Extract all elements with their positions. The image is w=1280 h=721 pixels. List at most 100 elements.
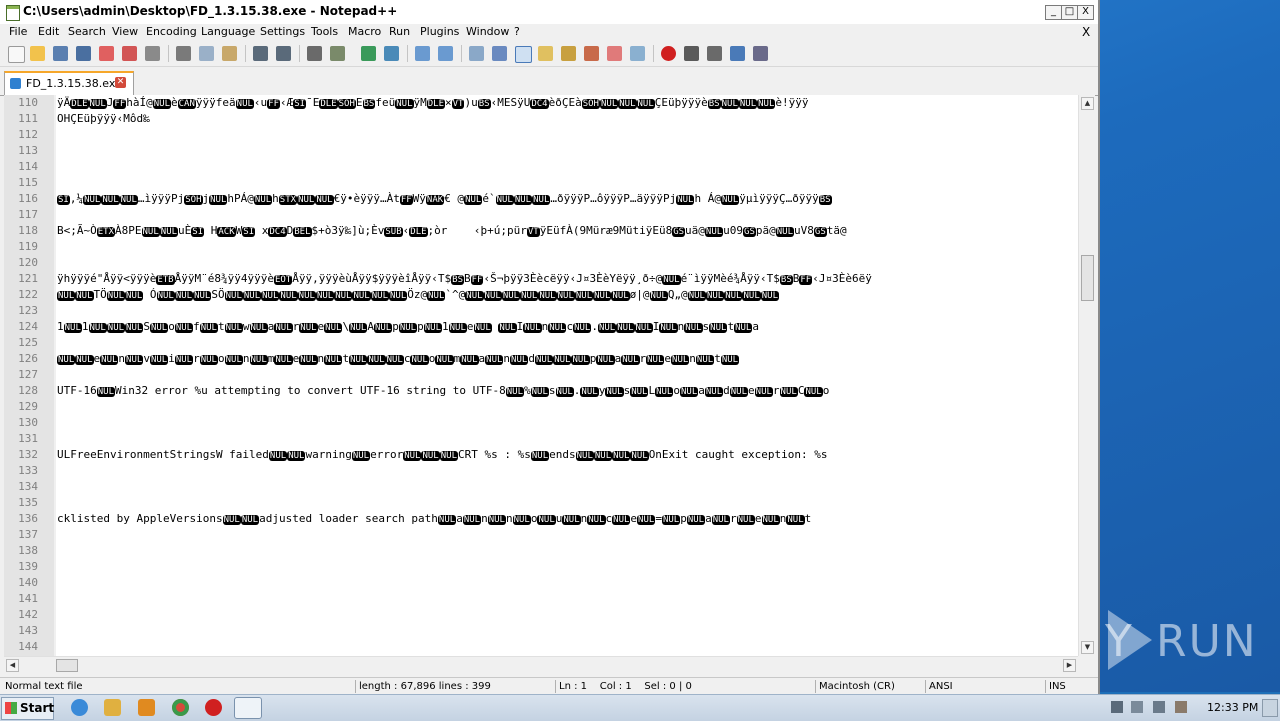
paste-icon[interactable] [222,46,237,61]
folder-workspace-icon[interactable] [584,46,599,61]
editor-line[interactable]: 140 [4,575,1078,591]
close-button[interactable]: X [1077,5,1094,20]
undo-icon[interactable] [253,46,268,61]
record-macro-icon[interactable] [661,46,676,61]
editor-line[interactable]: 113 [4,143,1078,159]
open-file-icon[interactable] [30,46,45,61]
editor-line[interactable]: 118 B<;Ã~ÒETXÀ8PENUL NULuÈSI HACKWSI xDC4D… [4,223,1078,239]
start-button[interactable]: Start [1,697,54,720]
editor-line[interactable]: 134 [4,479,1078,495]
tray-expand-icon[interactable] [1111,701,1123,713]
menu-settings[interactable]: Settings [260,25,305,38]
editor-line[interactable]: 127 [4,367,1078,383]
menu-encoding[interactable]: Encoding [146,25,197,38]
editor-line[interactable]: 124 1NUL1NUL NUL NULSNULoNULfNULtNULwNULaNU… [4,319,1078,335]
scroll-left-icon[interactable]: ◀ [6,659,19,672]
editor-line[interactable]: 136 cklisted by AppleVersionsNUL NULadjust… [4,511,1078,527]
editor-line[interactable]: 114 [4,159,1078,175]
scroll-down-icon[interactable]: ▼ [1081,641,1094,654]
editor-line[interactable]: 112 [4,127,1078,143]
zoom-out-icon[interactable] [384,46,399,61]
tab-close-icon[interactable]: ✕ [115,77,126,88]
menu-plugins[interactable]: Plugins [420,25,459,38]
function-list-icon[interactable] [561,46,576,61]
security-app-icon[interactable] [205,699,222,716]
menu-edit[interactable]: Edit [38,25,59,38]
editor-line[interactable]: 141 [4,591,1078,607]
copy-icon[interactable] [199,46,214,61]
notepadpp-taskbar-icon[interactable] [234,697,262,719]
menu-window[interactable]: Window [466,25,509,38]
menu-language[interactable]: Language [201,25,255,38]
sync-v-icon[interactable] [415,46,430,61]
zoom-in-icon[interactable] [361,46,376,61]
editor-line[interactable]: 142 [4,607,1078,623]
editor-line[interactable]: 121 ÿhÿÿÿé"Åÿÿ<ÿÿÿèETBÅÿÿM¨é8¾ÿÿ4ÿÿÿèEOTÅ… [4,271,1078,287]
horizontal-scrollbar[interactable]: ◀ ▶ [4,656,1078,673]
editor-line[interactable]: 116 SI,¼NUL NUL NUL…ìÿÿÿPjSOHjNULhPÁ@NULhST… [4,191,1078,207]
save-icon[interactable] [53,46,68,61]
tab-document[interactable]: FD_1.3.15.38.exe ✕ [4,71,134,95]
close-icon[interactable] [99,46,114,61]
show-desktop-button[interactable] [1262,699,1278,717]
stop-macro-icon[interactable] [684,46,699,61]
wrap-icon[interactable] [469,46,484,61]
volume-icon[interactable] [1153,701,1165,713]
text-editor[interactable]: 110 ÿÄDLE NULJFFhàÍ@NULèCANÿÿÿfeäNUL‹uFF‹Æ… [4,95,1078,656]
editor-line[interactable]: 122 NUL NULTÖNUL NUL ÓNUL NUL NULSÖNUL NUL NUL N… [4,287,1078,303]
title-bar[interactable]: C:\Users\admin\Desktop\FD_1.3.15.38.exe … [0,0,1098,24]
editor-line[interactable]: 126 NUL NULeNULnNULvNULiNULrNULoNULnNULmNU… [4,351,1078,367]
scroll-right-icon[interactable]: ▶ [1063,659,1076,672]
save-all-icon[interactable] [76,46,91,61]
vertical-scroll-thumb[interactable] [1081,255,1094,301]
menu-view[interactable]: View [112,25,138,38]
cut-icon[interactable] [176,46,191,61]
editor-line[interactable]: 135 [4,495,1078,511]
editor-line[interactable]: 138 [4,543,1078,559]
all-chars-icon[interactable] [492,46,507,61]
menu-help[interactable]: ? [514,25,520,38]
monitor-icon[interactable] [607,46,622,61]
vertical-scrollbar[interactable]: ▲ ▼ [1078,95,1095,656]
new-file-icon[interactable] [8,46,25,63]
action-center-icon[interactable] [1175,701,1187,713]
editor-line[interactable]: 120 [4,255,1078,271]
editor-line[interactable]: 125 [4,335,1078,351]
editor-line[interactable]: 117 [4,207,1078,223]
maximize-button[interactable]: □ [1061,5,1078,20]
editor-line[interactable]: 132 ULFreeEnvironmentStringsW failedNUL NU… [4,447,1078,463]
play-macro-icon[interactable] [707,46,722,61]
close-document-button[interactable]: X [1082,25,1090,39]
close-all-icon[interactable] [122,46,137,61]
print-icon[interactable] [145,46,160,61]
find-icon[interactable] [307,46,322,61]
redo-icon[interactable] [276,46,291,61]
menu-file[interactable]: File [9,25,27,38]
editor-line[interactable]: 119 [4,239,1078,255]
menu-run[interactable]: Run [389,25,410,38]
menu-macro[interactable]: Macro [348,25,381,38]
editor-line[interactable]: 115 [4,175,1078,191]
horizontal-scroll-thumb[interactable] [56,659,78,672]
network-icon[interactable] [1131,701,1143,713]
editor-line[interactable]: 130 [4,415,1078,431]
internet-explorer-icon[interactable] [71,699,88,716]
editor-line[interactable]: 111 OHÇEüþÿÿÿ‹Môd‰ [4,111,1078,127]
menu-search[interactable]: Search [68,25,106,38]
editor-line[interactable]: 128 UTF-16NULWin32 error %u attempting to… [4,383,1078,399]
replace-icon[interactable] [330,46,345,61]
run-macro-multiple-icon[interactable] [730,46,745,61]
eye-icon[interactable] [630,46,645,61]
taskbar-clock[interactable]: 12:33 PM [1207,701,1258,714]
chrome-icon[interactable] [172,699,189,716]
minimize-button[interactable]: _ [1045,5,1062,20]
editor-line[interactable]: 131 [4,431,1078,447]
editor-line[interactable]: 129 [4,399,1078,415]
editor-line[interactable]: 133 [4,463,1078,479]
indent-guide-icon[interactable] [515,46,532,63]
editor-line[interactable]: 123 [4,303,1078,319]
scroll-up-icon[interactable]: ▲ [1081,97,1094,110]
editor-line[interactable]: 110 ÿÄDLE NULJFFhàÍ@NULèCANÿÿÿfeäNUL‹uFF‹Æ… [4,95,1078,111]
editor-line[interactable]: 137 [4,527,1078,543]
file-explorer-icon[interactable] [104,699,121,716]
